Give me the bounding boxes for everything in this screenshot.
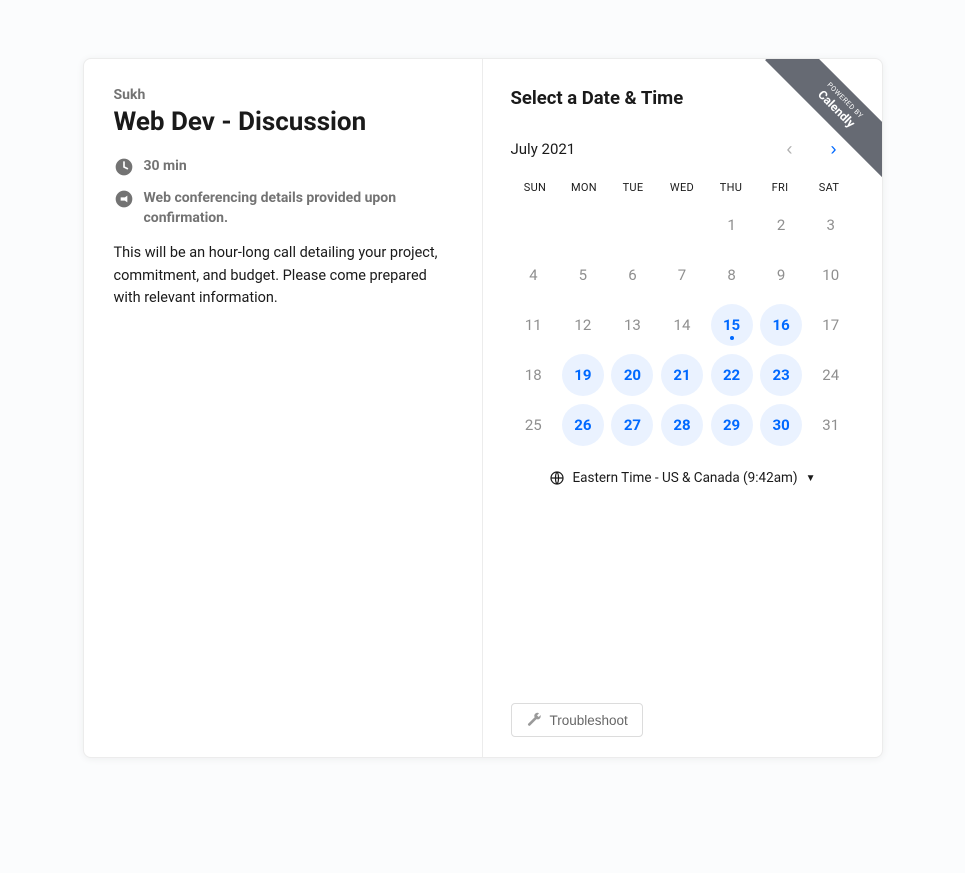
date-disabled: 18 xyxy=(512,354,554,396)
date-disabled: 5 xyxy=(562,254,604,296)
month-label: July 2021 xyxy=(511,140,576,158)
date-disabled: 3 xyxy=(810,204,852,246)
troubleshoot-button[interactable]: Troubleshoot xyxy=(511,703,643,737)
wrench-icon xyxy=(526,712,542,728)
date-disabled: 12 xyxy=(562,304,604,346)
date-disabled: 14 xyxy=(661,304,703,346)
date-available[interactable]: 26 xyxy=(562,404,604,446)
date-disabled: 31 xyxy=(810,404,852,446)
date-disabled: 24 xyxy=(810,354,852,396)
date-available[interactable]: 23 xyxy=(760,354,802,396)
date-disabled: 17 xyxy=(810,304,852,346)
calendar-panel: Select a Date & Time July 2021 ‹ › SUNMO… xyxy=(483,59,882,757)
dow-label: SUN xyxy=(511,181,560,194)
conference-row: Web conferencing details provided upon c… xyxy=(114,189,452,228)
date-available[interactable]: 28 xyxy=(661,404,703,446)
dow-label: SAT xyxy=(805,181,854,194)
prev-month-button[interactable]: ‹ xyxy=(776,135,804,163)
dow-label: TUE xyxy=(609,181,658,194)
date-available[interactable]: 21 xyxy=(661,354,703,396)
date-disabled: 1 xyxy=(711,204,753,246)
troubleshoot-label: Troubleshoot xyxy=(550,713,628,728)
dow-label: THU xyxy=(707,181,756,194)
event-description: This will be an hour-long call detailing… xyxy=(114,242,452,309)
date-disabled: 6 xyxy=(611,254,653,296)
duration-label: 30 min xyxy=(144,157,187,177)
date-available[interactable]: 22 xyxy=(711,354,753,396)
date-disabled: 13 xyxy=(611,304,653,346)
duration-row: 30 min xyxy=(114,157,452,177)
timezone-selector[interactable]: Eastern Time - US & Canada (9:42am) ▼ xyxy=(511,470,854,486)
date-disabled: 4 xyxy=(512,254,554,296)
clock-icon xyxy=(114,157,134,177)
date-disabled: 2 xyxy=(760,204,802,246)
globe-icon xyxy=(549,470,565,486)
caret-down-icon: ▼ xyxy=(806,473,816,484)
dow-label: MON xyxy=(560,181,609,194)
chevron-left-icon: ‹ xyxy=(787,139,793,160)
date-disabled: 25 xyxy=(512,404,554,446)
date-available[interactable]: 20 xyxy=(611,354,653,396)
date-available[interactable]: 30 xyxy=(760,404,802,446)
dow-label: FRI xyxy=(756,181,805,194)
host-name: Sukh xyxy=(114,87,452,103)
month-nav: July 2021 ‹ › xyxy=(511,135,854,163)
date-disabled: 9 xyxy=(760,254,802,296)
date-available[interactable]: 27 xyxy=(611,404,653,446)
date-available[interactable]: 29 xyxy=(711,404,753,446)
date-disabled: 11 xyxy=(512,304,554,346)
date-available[interactable]: 19 xyxy=(562,354,604,396)
day-of-week-header: SUNMONTUEWEDTHUFRISAT xyxy=(511,181,854,194)
dow-label: WED xyxy=(658,181,707,194)
dates-grid: 1234567891011121314151617181920212223242… xyxy=(511,204,854,446)
date-disabled: 10 xyxy=(810,254,852,296)
date-disabled: 7 xyxy=(661,254,703,296)
conference-label: Web conferencing details provided upon c… xyxy=(144,189,452,228)
chevron-right-icon: › xyxy=(831,139,837,160)
timezone-label: Eastern Time - US & Canada (9:42am) xyxy=(573,470,798,486)
event-details-panel: Sukh Web Dev - Discussion 30 min Web con… xyxy=(84,59,483,757)
date-available[interactable]: 16 xyxy=(760,304,802,346)
event-title: Web Dev - Discussion xyxy=(114,107,452,137)
month-nav-arrows: ‹ › xyxy=(776,135,854,163)
date-available[interactable]: 15 xyxy=(711,304,753,346)
video-icon xyxy=(114,189,134,209)
date-disabled: 8 xyxy=(711,254,753,296)
booking-card: Sukh Web Dev - Discussion 30 min Web con… xyxy=(83,58,883,758)
